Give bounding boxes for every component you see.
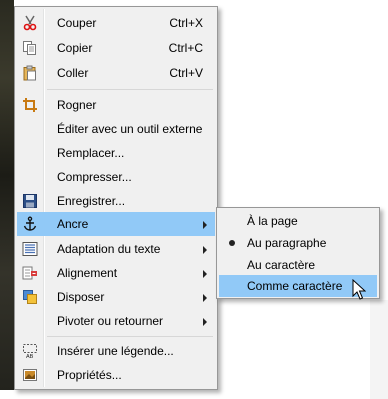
menu-item-paste[interactable]: Coller Ctrl+V: [17, 61, 215, 85]
menu-item-label: Propriétés...: [57, 368, 122, 382]
menu-item-label: Éditer avec un outil externe: [57, 122, 203, 136]
caption-icon: AB: [21, 342, 39, 360]
menu-item-save[interactable]: Enregistrer...: [17, 189, 215, 213]
anchor-icon: [21, 215, 39, 233]
menu-item-label: Alignement: [57, 266, 118, 280]
menu-item-text-wrap[interactable]: Adaptation du texte: [17, 237, 215, 261]
arrange-icon: [21, 288, 39, 306]
menu-item-insert-caption[interactable]: AB Insérer une légende...: [17, 339, 215, 363]
submenu-item-to-page[interactable]: À la page: [219, 210, 377, 232]
menu-item-label: Coller: [57, 66, 89, 80]
background-image: [0, 0, 14, 390]
menu-item-label: Enregistrer...: [57, 194, 126, 208]
context-menu: Couper Ctrl+X Copier Ctrl+C Coller Ctrl+…: [14, 6, 218, 390]
crop-icon: [21, 96, 39, 114]
menu-item-cut[interactable]: Couper Ctrl+X: [17, 11, 215, 35]
menu-item-label: Adaptation du texte: [57, 242, 161, 256]
paste-icon: [21, 64, 39, 82]
align-icon: [21, 264, 39, 282]
properties-icon: [21, 366, 39, 384]
menu-item-anchor[interactable]: Ancre: [17, 212, 215, 236]
svg-text:AB: AB: [26, 354, 34, 359]
menu-item-rotate-flip[interactable]: Pivoter ou retourner: [17, 309, 215, 333]
menu-item-label: Disposer: [57, 290, 105, 304]
submenu-arrow-icon: [203, 294, 207, 302]
menu-item-label: Rogner: [57, 98, 97, 112]
radio-checked-icon: [229, 240, 235, 246]
menu-item-label: Compresser...: [57, 170, 132, 184]
menu-item-label: Couper: [57, 16, 97, 30]
menu-item-label: Copier: [57, 41, 93, 55]
submenu-item-label: À la page: [247, 214, 298, 228]
submenu-item-label: Au caractère: [247, 258, 316, 272]
menu-item-label: Insérer une légende...: [57, 344, 174, 358]
scissors-icon: [21, 14, 39, 32]
copy-icon: [21, 39, 39, 57]
menu-separator: [47, 89, 213, 90]
menu-item-label: Remplacer...: [57, 146, 125, 160]
menu-item-arrange[interactable]: Disposer: [17, 285, 215, 309]
menu-item-copy[interactable]: Copier Ctrl+C: [17, 36, 215, 60]
document-margin: [370, 300, 388, 399]
menu-item-crop[interactable]: Rogner: [17, 93, 215, 117]
submenu-arrow-icon: [203, 318, 207, 326]
menu-item-edit-external[interactable]: Éditer avec un outil externe: [17, 117, 215, 141]
shortcut-label: Ctrl+V: [169, 66, 203, 80]
menu-item-properties[interactable]: Propriétés...: [17, 363, 215, 387]
submenu-arrow-icon: [203, 270, 207, 278]
menu-item-label: Ancre: [57, 217, 89, 231]
mouse-pointer-icon: [352, 278, 367, 304]
submenu-item-to-paragraph[interactable]: Au paragraphe: [219, 232, 377, 254]
menu-item-label: Pivoter ou retourner: [57, 314, 164, 328]
save-icon: [21, 192, 39, 210]
menu-item-alignment[interactable]: Alignement: [17, 261, 215, 285]
submenu-arrow-icon: [203, 221, 207, 229]
menu-item-compress[interactable]: Compresser...: [17, 165, 215, 189]
submenu-item-to-character[interactable]: Au caractère: [219, 254, 377, 276]
menu-separator: [47, 336, 213, 337]
submenu-item-label: Comme caractère: [247, 279, 343, 293]
document-page: [218, 0, 388, 390]
submenu-item-label: Au paragraphe: [247, 236, 327, 250]
shortcut-label: Ctrl+C: [168, 41, 203, 55]
shortcut-label: Ctrl+X: [169, 16, 203, 30]
menu-item-replace[interactable]: Remplacer...: [17, 141, 215, 165]
submenu-arrow-icon: [203, 246, 207, 254]
text-wrap-icon: [21, 240, 39, 258]
